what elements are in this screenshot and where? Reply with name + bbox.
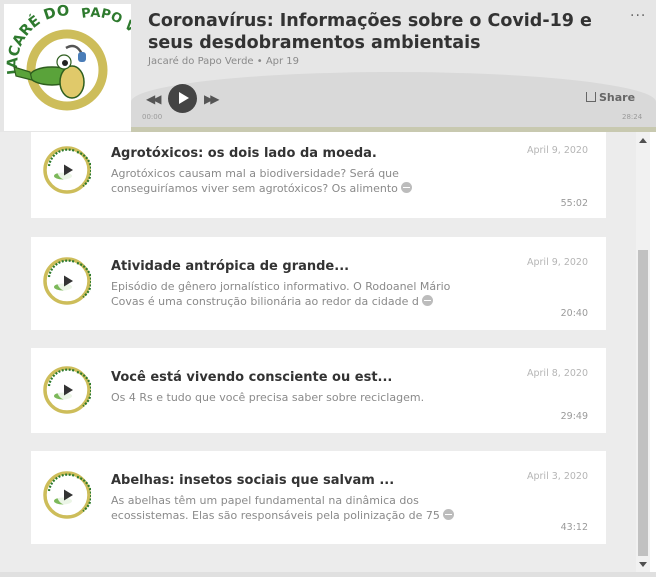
fast-forward-icon: ▶▶ <box>204 92 220 106</box>
share-button[interactable]: Share <box>586 91 635 104</box>
episode-player: JACARÉ DO PAPO VERDE Coronavírus: Inform… <box>0 0 656 132</box>
episode-item-duration: 29:49 <box>560 411 588 422</box>
scrollbar[interactable] <box>636 132 650 572</box>
more-options-button[interactable]: ··· <box>630 8 646 24</box>
share-label: Share <box>599 91 636 104</box>
current-time: 00:00 <box>142 113 163 121</box>
episode-play-button[interactable] <box>43 257 91 305</box>
scroll-down-arrow-icon[interactable] <box>639 562 647 567</box>
fast-forward-button[interactable]: ▶▶ <box>204 92 220 106</box>
episode-play-button[interactable] <box>43 366 91 414</box>
more-dots-icon[interactable] <box>421 295 433 306</box>
episode-desc-text: As abelhas têm um papel fundamental na d… <box>111 494 440 522</box>
episode-title: Coronavírus: Informações sobre o Covid-1… <box>148 11 592 53</box>
episode-item-date: April 9, 2020 <box>527 145 588 156</box>
episode-item-title[interactable]: Atividade antrópica de grande... <box>111 259 349 274</box>
more-dots-icon[interactable] <box>442 509 454 520</box>
gator-logo-icon <box>43 471 91 519</box>
episode-item-description: Episódio de gênero jornalístico informat… <box>111 279 486 309</box>
episode-card[interactable]: Atividade antrópica de grande... April 9… <box>31 237 606 330</box>
episode-item-description: Os 4 Rs e tudo que você precisa saber so… <box>111 390 486 405</box>
play-button[interactable] <box>168 84 197 113</box>
episode-play-button[interactable] <box>43 146 91 194</box>
episode-play-button[interactable] <box>43 471 91 519</box>
gator-logo-icon <box>43 257 91 305</box>
episode-item-date: April 3, 2020 <box>527 471 588 482</box>
episode-item-date: April 8, 2020 <box>527 368 588 379</box>
episode-item-duration: 20:40 <box>560 308 588 319</box>
rewind-button[interactable]: ◀◀ <box>146 92 162 106</box>
episode-item-duration: 55:02 <box>560 198 588 209</box>
episode-item-title[interactable]: Você está vivendo consciente ou est... <box>111 370 392 385</box>
podcast-cover-logo: JACARÉ DO PAPO VERDE <box>4 4 131 131</box>
scroll-up-arrow-icon[interactable] <box>639 138 647 143</box>
bottom-border <box>0 572 656 577</box>
episode-item-duration: 43:12 <box>560 522 588 533</box>
episode-desc-text: Os 4 Rs e tudo que você precisa saber so… <box>111 391 425 404</box>
rewind-icon: ◀◀ <box>146 92 162 106</box>
more-dots-icon[interactable] <box>400 182 412 193</box>
episode-item-date: April 9, 2020 <box>527 257 588 268</box>
episode-card[interactable]: Agrotóxicos: os dois lado da moeda. Apri… <box>31 132 606 218</box>
total-duration: 28:24 <box>622 113 643 121</box>
episode-desc-text: Agrotóxicos causam mal a biodiversidade?… <box>111 167 399 195</box>
share-icon <box>586 92 596 102</box>
gator-logo-icon: JACARÉ DO PAPO VERDE <box>5 4 131 123</box>
episode-card[interactable]: Abelhas: insetos sociais que salvam ... … <box>31 451 606 544</box>
episode-item-description: As abelhas têm um papel fundamental na d… <box>111 493 486 523</box>
episode-item-description: Agrotóxicos causam mal a biodiversidade?… <box>111 166 486 196</box>
episode-item-title[interactable]: Agrotóxicos: os dois lado da moeda. <box>111 146 377 161</box>
episode-desc-text: Episódio de gênero jornalístico informat… <box>111 280 451 308</box>
episode-meta[interactable]: Jacaré do Papo Verde • Apr 19 <box>148 56 299 67</box>
episode-list: Agrotóxicos: os dois lado da moeda. Apri… <box>0 132 636 572</box>
gator-logo-icon <box>43 146 91 194</box>
gator-logo-icon <box>43 366 91 414</box>
episode-card[interactable]: Você está vivendo consciente ou est... A… <box>31 348 606 433</box>
scrollbar-thumb[interactable] <box>638 250 648 556</box>
episode-item-title[interactable]: Abelhas: insetos sociais que salvam ... <box>111 473 394 488</box>
